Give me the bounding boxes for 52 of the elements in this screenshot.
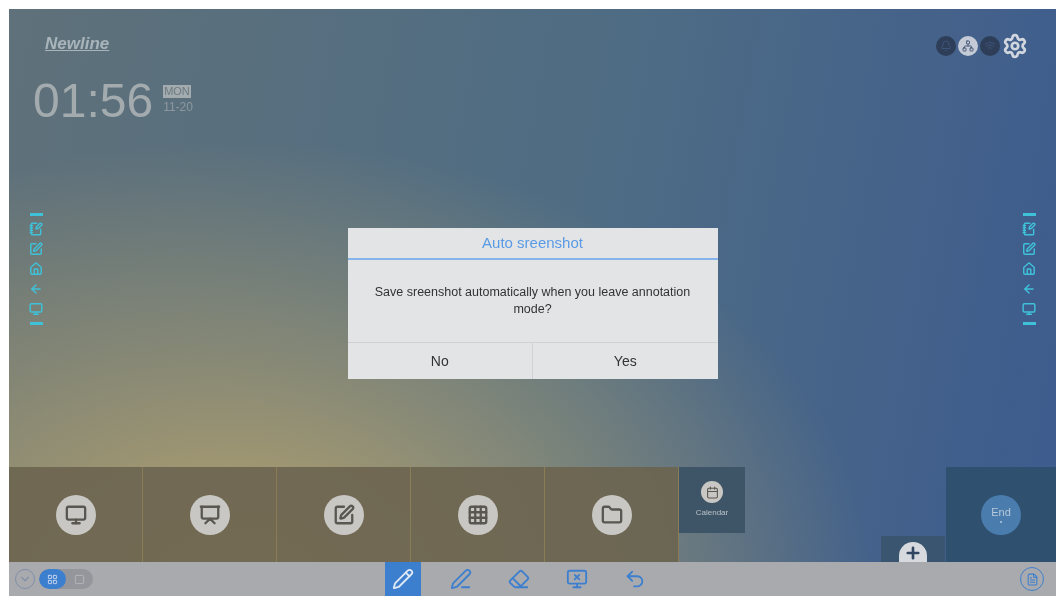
wifi-icon[interactable] — [980, 36, 1000, 56]
calendar-label: Calendar — [695, 507, 729, 519]
app-tile[interactable] — [143, 467, 277, 562]
monitor-eraser-icon — [566, 568, 588, 590]
calendar-icon — [701, 481, 723, 503]
app-tile[interactable] — [277, 467, 411, 562]
notepad-icon[interactable] — [1022, 222, 1036, 236]
monitor-icon[interactable] — [1022, 302, 1036, 316]
board-icon — [189, 494, 230, 535]
app-tile[interactable] — [9, 467, 143, 562]
whiteboard-icon — [323, 494, 364, 535]
pencil-icon — [392, 568, 414, 590]
back-icon[interactable] — [29, 282, 43, 296]
end-button[interactable]: End — [981, 494, 1021, 535]
pen-icon — [450, 568, 472, 590]
notepad-icon[interactable] — [29, 222, 43, 236]
app-tile[interactable] — [411, 467, 545, 562]
view-option[interactable] — [39, 569, 66, 589]
edit-icon[interactable] — [1022, 242, 1036, 256]
settings-icon[interactable] — [1002, 33, 1028, 59]
plus-icon — [899, 542, 927, 562]
dialog-message: Save sreenshot automatically when you leave annotation mode? — [373, 284, 692, 318]
dialog-button[interactable]: Yes — [532, 343, 718, 379]
monitor-icon[interactable] — [29, 302, 43, 316]
divider-bar — [29, 213, 43, 216]
end-tile[interactable]: End — [946, 467, 1056, 562]
folder-icon — [591, 494, 632, 535]
network-icon[interactable] — [958, 36, 978, 56]
divider-bar — [1022, 213, 1036, 216]
window-icon — [74, 573, 85, 585]
grid-icon — [47, 573, 58, 585]
clock-time: 01:56 — [33, 72, 154, 129]
app-tile[interactable] — [545, 467, 679, 562]
eraser-icon — [508, 568, 530, 590]
calendar-tile[interactable]: Calendar — [679, 467, 745, 533]
home-icon[interactable] — [29, 262, 43, 276]
pen-tool[interactable] — [385, 562, 421, 596]
undo-icon — [624, 568, 646, 590]
dialog-button[interactable]: No — [347, 343, 532, 379]
dialog-title: Auto sreenshot — [482, 232, 583, 253]
back-icon[interactable] — [1022, 282, 1036, 296]
add-tile[interactable] — [881, 536, 945, 562]
divider-bar — [29, 322, 43, 325]
logo: Newline — [44, 33, 111, 55]
home-icon[interactable] — [1022, 262, 1036, 276]
apps-grid-icon — [457, 494, 498, 535]
edit-icon[interactable] — [29, 242, 43, 256]
view-toggle[interactable] — [39, 569, 93, 589]
notification-icon[interactable] — [936, 36, 956, 56]
divider-bar — [1022, 322, 1036, 325]
weekday-label: MON — [163, 85, 191, 98]
monitor-icon — [55, 494, 96, 535]
